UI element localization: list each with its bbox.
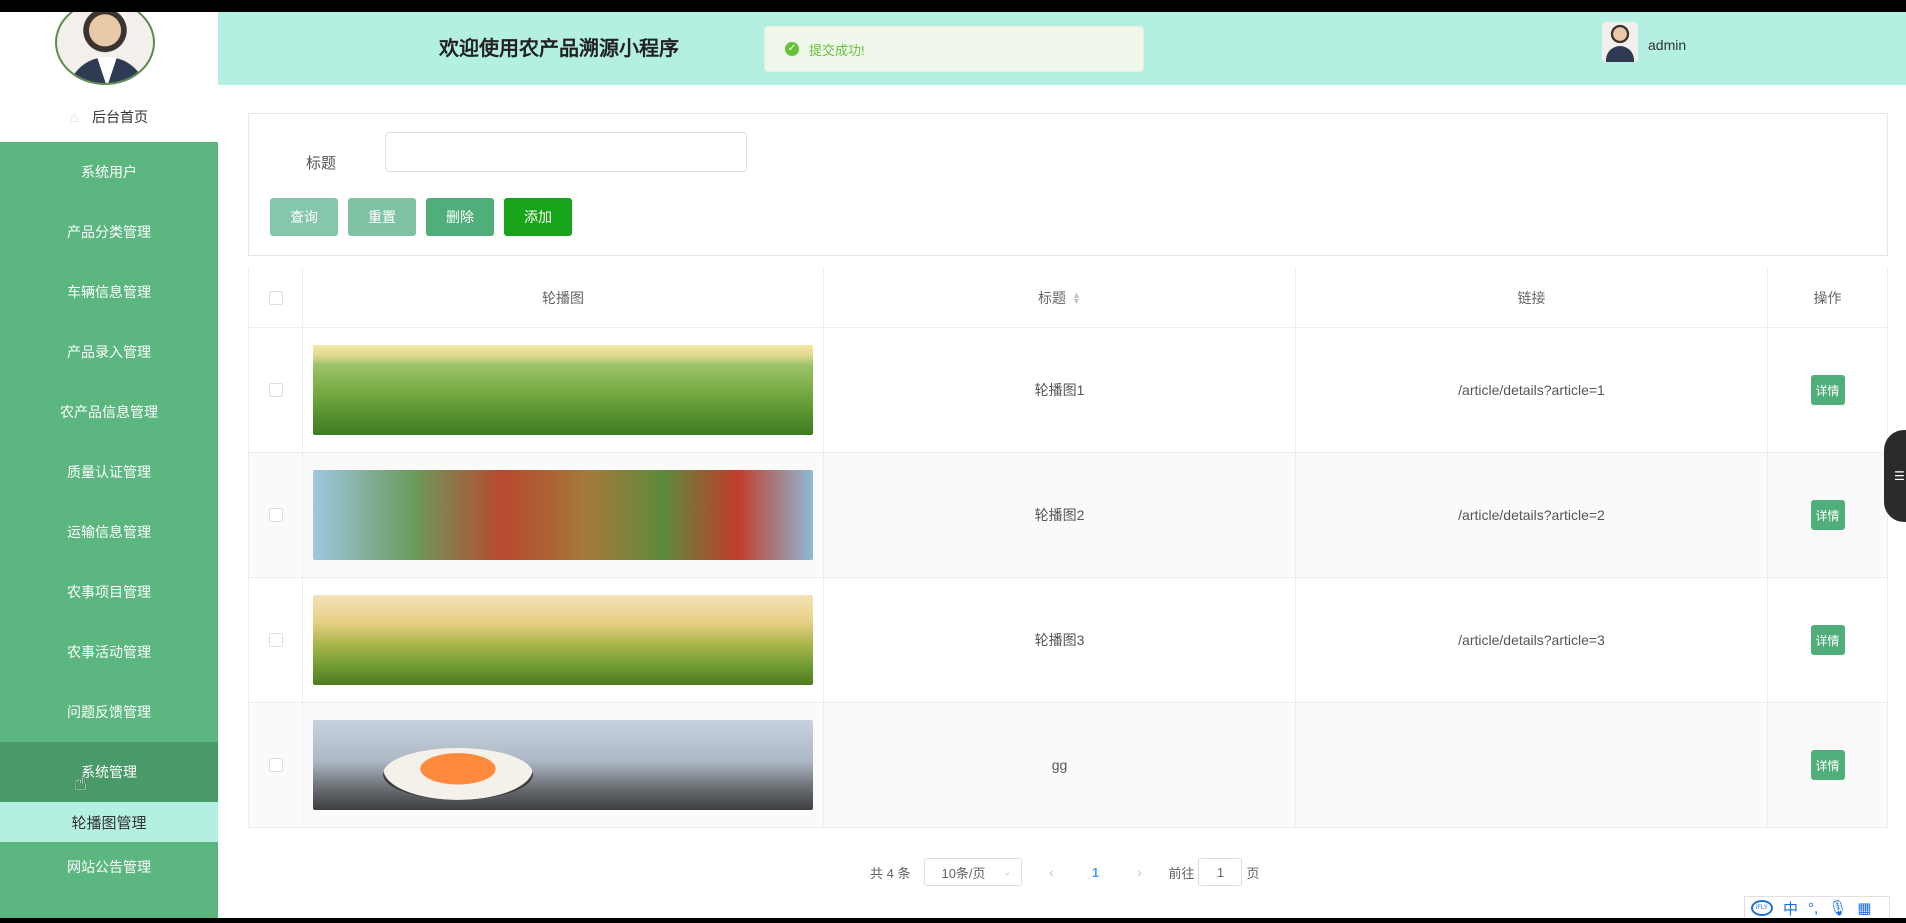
- carousel-image: [313, 595, 813, 685]
- ime-toolbar: iFLY 中 °, 🎙 ▦: [1744, 896, 1890, 920]
- header-op: 操作: [1768, 268, 1888, 327]
- sidebar-item-transport-info[interactable]: 运输信息管理: [0, 502, 218, 562]
- row-checkbox[interactable]: [268, 508, 283, 522]
- header-checkbox-cell: [248, 268, 303, 327]
- page-size-select[interactable]: 10条/页 ⌄: [924, 858, 1023, 886]
- row-link: /article/details?article=3: [1296, 578, 1768, 702]
- page-number[interactable]: 1: [1080, 865, 1110, 880]
- menu-icon: ☰: [1894, 469, 1905, 483]
- home-label: 后台首页: [92, 109, 148, 125]
- home-link[interactable]: ⌂ 后台首页: [0, 105, 218, 129]
- total-count: 共 4 条: [870, 865, 911, 881]
- avatar: [55, 12, 155, 85]
- header-title[interactable]: 标题 ▲ ▼: [824, 268, 1296, 327]
- carousel-table: 轮播图 标题 ▲ ▼ 链接 操作 轮播图1 /article/details?art…: [248, 268, 1888, 828]
- next-page-icon[interactable]: ›: [1124, 864, 1154, 880]
- screen-top-border: [0, 0, 1906, 12]
- pagination: 共 4 条 10条/页 ⌄ ‹ 1 › 前往 1 页: [870, 858, 1260, 886]
- row-checkbox[interactable]: [268, 633, 283, 647]
- reset-button[interactable]: 重置: [348, 198, 416, 236]
- detail-button[interactable]: 详情: [1810, 625, 1845, 655]
- sidebar-item-quality-cert[interactable]: 质量认证管理: [0, 442, 218, 502]
- table-row: 轮播图1 /article/details?article=1 详情: [248, 328, 1888, 453]
- goto-page-input[interactable]: 1: [1198, 858, 1243, 886]
- sidebar-menu: 系统用户 产品分类管理 车辆信息管理 产品录入管理 农产品信息管理 质量认证管理…: [0, 142, 218, 892]
- side-float-tab[interactable]: ☰: [1884, 430, 1906, 522]
- table-header-row: 轮播图 标题 ▲ ▼ 链接 操作: [248, 268, 1888, 328]
- sidebar-item-system-manage[interactable]: 系统管理: [0, 742, 218, 802]
- header-image: 轮播图: [303, 268, 824, 327]
- table-row: 轮播图2 /article/details?article=2 详情: [248, 453, 1888, 578]
- title-filter-label: 标题: [306, 155, 337, 172]
- header-link: 链接: [1296, 268, 1768, 327]
- check-circle-icon: ✓: [785, 42, 799, 56]
- sidebar-item-farm-project[interactable]: 农事项目管理: [0, 562, 218, 622]
- sort-icon[interactable]: ▲ ▼: [1072, 290, 1081, 305]
- sidebar-item-product-category[interactable]: 产品分类管理: [0, 202, 218, 262]
- row-title: 轮播图1: [824, 328, 1296, 452]
- detail-button[interactable]: 详情: [1810, 750, 1845, 780]
- sidebar: ⌂ 后台首页 系统用户 产品分类管理 车辆信息管理 产品录入管理 农产品信息管理…: [0, 12, 218, 918]
- microphone-icon[interactable]: 🎙: [1828, 899, 1847, 917]
- detail-button[interactable]: 详情: [1810, 500, 1845, 530]
- submenu-item-announcement[interactable]: 网站公告管理: [0, 842, 218, 892]
- title-filter-input[interactable]: [385, 132, 747, 172]
- chevron-down-icon: ⌄: [1003, 866, 1012, 878]
- success-toast: ✓ 提交成功!: [764, 26, 1144, 72]
- sidebar-item-farm-activity[interactable]: 农事活动管理: [0, 622, 218, 682]
- sidebar-item-vehicle-info[interactable]: 车辆信息管理: [0, 262, 218, 322]
- row-checkbox[interactable]: [268, 383, 283, 397]
- search-panel: 标题 查询 重置 删除 添加: [248, 113, 1888, 256]
- carousel-image: [313, 720, 813, 810]
- ime-mode[interactable]: 中: [1783, 898, 1798, 919]
- row-checkbox[interactable]: [268, 758, 283, 772]
- sidebar-item-system-users[interactable]: 系统用户: [0, 142, 218, 202]
- detail-button[interactable]: 详情: [1810, 375, 1845, 405]
- home-icon: ⌂: [70, 109, 79, 125]
- delete-button[interactable]: 删除: [426, 198, 494, 236]
- query-button[interactable]: 查询: [270, 198, 338, 236]
- screen-bottom-border: [0, 918, 1906, 923]
- add-button[interactable]: 添加: [504, 198, 572, 236]
- goto-prefix: 前往: [1168, 865, 1195, 881]
- sidebar-item-produce-info[interactable]: 农产品信息管理: [0, 382, 218, 442]
- select-all-checkbox[interactable]: [268, 290, 283, 305]
- row-title: gg: [824, 703, 1296, 827]
- row-title: 轮播图3: [824, 578, 1296, 702]
- sidebar-item-product-entry[interactable]: 产品录入管理: [0, 322, 218, 382]
- goto-suffix: 页: [1246, 865, 1260, 881]
- carousel-image: [313, 345, 813, 435]
- punctuation-icon[interactable]: °,: [1808, 900, 1818, 917]
- page-title: 欢迎使用农产品溯源小程序: [439, 38, 679, 60]
- row-title: 轮播图2: [824, 453, 1296, 577]
- header: 欢迎使用农产品溯源小程序 ✓ 提交成功! admin: [218, 12, 1906, 85]
- sidebar-profile: ⌂ 后台首页: [0, 12, 218, 142]
- carousel-image: [313, 470, 813, 560]
- table-row: gg 详情: [248, 703, 1888, 828]
- user-avatar[interactable]: [1602, 22, 1638, 62]
- row-link: /article/details?article=2: [1296, 453, 1768, 577]
- app-window: ⌂ 后台首页 系统用户 产品分类管理 车辆信息管理 产品录入管理 农产品信息管理…: [0, 12, 1906, 920]
- row-link: [1296, 703, 1768, 827]
- ime-logo-icon[interactable]: iFLY: [1751, 900, 1773, 916]
- grid-icon[interactable]: ▦: [1857, 899, 1871, 917]
- hand-cursor-icon: ☝: [74, 770, 88, 795]
- submenu-item-carousel[interactable]: 轮播图管理: [0, 802, 218, 842]
- table-row: 轮播图3 /article/details?article=3 详情: [248, 578, 1888, 703]
- toast-message: 提交成功!: [809, 42, 865, 58]
- row-link: /article/details?article=1: [1296, 328, 1768, 452]
- sidebar-item-feedback[interactable]: 问题反馈管理: [0, 682, 218, 742]
- user-name[interactable]: admin: [1648, 37, 1686, 53]
- prev-page-icon[interactable]: ‹: [1036, 864, 1066, 880]
